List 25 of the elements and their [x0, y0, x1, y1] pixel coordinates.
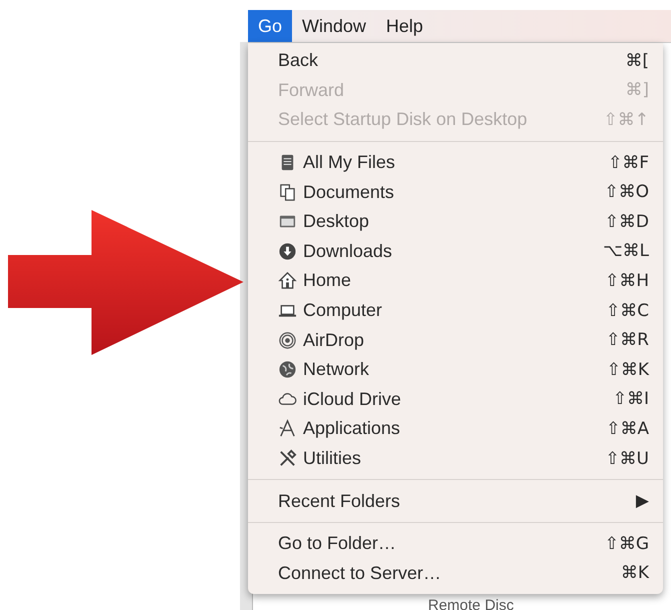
house-icon: [278, 271, 297, 290]
menu-item[interactable]: AirDrop ⇧⌘R: [248, 325, 663, 355]
menu-title[interactable]: Help: [376, 10, 434, 42]
menu-item[interactable]: Computer ⇧⌘C: [248, 296, 663, 326]
download-icon: [278, 242, 297, 261]
airdrop-icon: [278, 330, 297, 350]
applications-icon: [278, 419, 297, 438]
sidebar-item: Remote Disc: [428, 598, 514, 610]
menu-item[interactable]: All My Files ⇧⌘F: [248, 148, 663, 178]
menu-item[interactable]: Downloads ⌥⌘L: [248, 236, 663, 266]
menu-item[interactable]: Utilities ⇧⌘U: [248, 444, 663, 474]
menu-item[interactable]: Applications ⇧⌘A: [248, 414, 663, 444]
documents-icon: [278, 182, 297, 202]
menu-item[interactable]: iCloud Drive ⇧⌘I: [248, 384, 663, 414]
menu-item[interactable]: Desktop ⇧⌘D: [248, 206, 663, 237]
menu-item[interactable]: Connect to Server… ⌘K: [248, 558, 663, 588]
menu-title[interactable]: Window: [292, 10, 376, 42]
menu-item[interactable]: Recent Folders ▶: [248, 486, 663, 516]
tools-icon: [278, 449, 297, 468]
menu-item[interactable]: Documents ⇧⌘O: [248, 177, 663, 207]
menu-item[interactable]: Network ⇧⌘K: [248, 354, 663, 385]
menu-item[interactable]: Go to Folder… ⇧⌘G: [248, 528, 663, 558]
menu-item[interactable]: Back ⌘[: [248, 46, 663, 76]
menu-item[interactable]: Home ⇧⌘H: [248, 266, 663, 296]
menu-title[interactable]: Go: [248, 10, 292, 42]
